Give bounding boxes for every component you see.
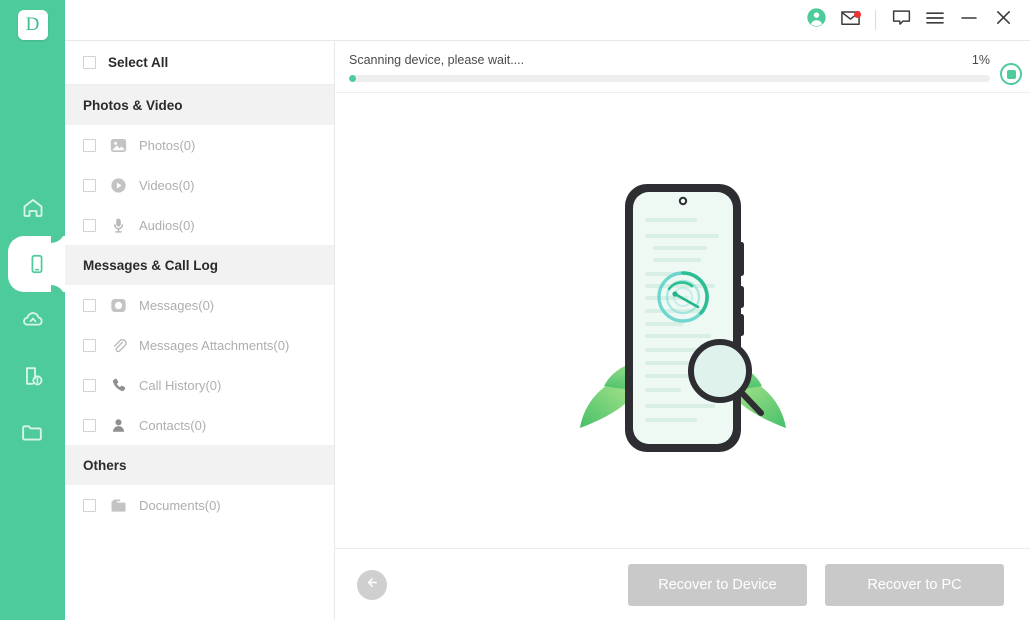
mail-unread-badge (854, 11, 861, 18)
category-row-documents[interactable]: Documents(0) (65, 485, 334, 525)
minimize-icon (959, 10, 979, 31)
contact-icon (109, 416, 127, 434)
group-header-messages-call-log: Messages & Call Log (65, 245, 334, 285)
content-panel: Scanning device, please wait.... 1% Reco… (335, 41, 1030, 620)
arrow-left-icon (364, 574, 381, 596)
category-label: Audios(0) (139, 217, 195, 233)
documents-checkbox[interactable] (83, 498, 96, 512)
videos-checkbox[interactable] (83, 178, 96, 192)
home-icon (21, 196, 45, 220)
main-region: Select All Photos & Video Photos(0) Vide… (65, 40, 1030, 620)
rail-item-cloud-recovery[interactable] (0, 292, 65, 348)
category-row-messages[interactable]: Messages(0) (65, 285, 334, 325)
category-label: Call History(0) (139, 377, 222, 393)
phone-call-icon (109, 376, 127, 394)
scan-percent: 1% (971, 53, 990, 67)
category-row-audios[interactable]: Audios(0) (65, 205, 334, 245)
rail-nav-list (0, 180, 65, 460)
video-icon (109, 176, 127, 194)
app-logo: D (17, 10, 48, 40)
mail-button[interactable] (833, 3, 867, 37)
category-label: Photos(0) (139, 137, 196, 153)
app-logo-letter: D (25, 14, 40, 35)
audios-checkbox[interactable] (83, 218, 96, 232)
category-row-messages-attachments[interactable]: Messages Attachments(0) (65, 325, 334, 365)
close-button[interactable] (986, 3, 1020, 37)
category-label: Messages Attachments(0) (139, 337, 290, 353)
scan-status-bar: Scanning device, please wait.... 1% (335, 41, 1030, 93)
titlebar-divider (875, 10, 876, 30)
illustration-stage (335, 93, 1030, 548)
select-all-label: Select All (108, 55, 169, 70)
phone-icon (26, 253, 48, 275)
category-label: Messages(0) (139, 297, 215, 313)
menu-button[interactable] (918, 3, 952, 37)
cloud-icon (21, 308, 45, 332)
category-label: Videos(0) (139, 177, 195, 193)
close-icon (994, 8, 1013, 32)
category-row-photos[interactable]: Photos(0) (65, 125, 334, 165)
scan-progress-bar (349, 75, 990, 82)
category-label: Contacts(0) (139, 417, 207, 433)
photos-checkbox[interactable] (83, 138, 96, 152)
document-folder-icon (109, 496, 127, 514)
select-all-row[interactable]: Select All (65, 41, 334, 85)
feedback-button[interactable] (884, 3, 918, 37)
folder-icon (20, 420, 45, 445)
stop-scan-button[interactable] (1000, 63, 1022, 85)
user-circle-icon (806, 7, 827, 33)
paperclip-icon (109, 336, 127, 354)
scan-message: Scanning device, please wait.... (349, 53, 525, 67)
back-button[interactable] (357, 569, 387, 600)
category-row-videos[interactable]: Videos(0) (65, 165, 334, 205)
contacts-checkbox[interactable] (83, 418, 96, 432)
rail-item-files[interactable] (0, 404, 65, 460)
category-sidebar: Select All Photos & Video Photos(0) Vide… (65, 41, 335, 620)
group-header-photos-video: Photos & Video (65, 85, 334, 125)
recover-to-device-button[interactable]: Recover to Device (628, 563, 807, 606)
microphone-icon (109, 216, 127, 234)
account-button[interactable] (799, 3, 833, 37)
scan-progress-fill (349, 75, 356, 82)
rail-item-broken-device[interactable] (0, 348, 65, 404)
footer-bar: Recover to Device Recover to PC (335, 548, 1030, 620)
category-row-call-history[interactable]: Call History(0) (65, 365, 334, 405)
hamburger-icon (925, 10, 945, 31)
call-history-checkbox[interactable] (83, 378, 96, 392)
category-row-contacts[interactable]: Contacts(0) (65, 405, 334, 445)
app-window: D Select All Photos & Video Photos(0) Vi… (0, 0, 1030, 620)
window-body: Select All Photos & Video Photos(0) Vide… (65, 0, 1030, 620)
phone-scanning-illustration (579, 183, 786, 452)
left-nav-rail: D (0, 0, 65, 620)
recover-to-pc-button[interactable]: Recover to PC (825, 563, 1004, 606)
photo-icon (109, 136, 127, 154)
rail-item-device-recovery[interactable] (8, 236, 65, 292)
minimize-button[interactable] (952, 3, 986, 37)
message-icon (109, 296, 127, 314)
broken-device-icon (21, 364, 45, 388)
title-bar (65, 0, 1030, 40)
select-all-checkbox[interactable] (83, 56, 96, 69)
category-label: Documents(0) (139, 497, 221, 513)
stop-square-icon (1006, 69, 1016, 79)
group-header-others: Others (65, 445, 334, 485)
messages-checkbox[interactable] (83, 298, 96, 312)
chat-bubble-icon (891, 8, 912, 33)
messages-attachments-checkbox[interactable] (83, 338, 96, 352)
